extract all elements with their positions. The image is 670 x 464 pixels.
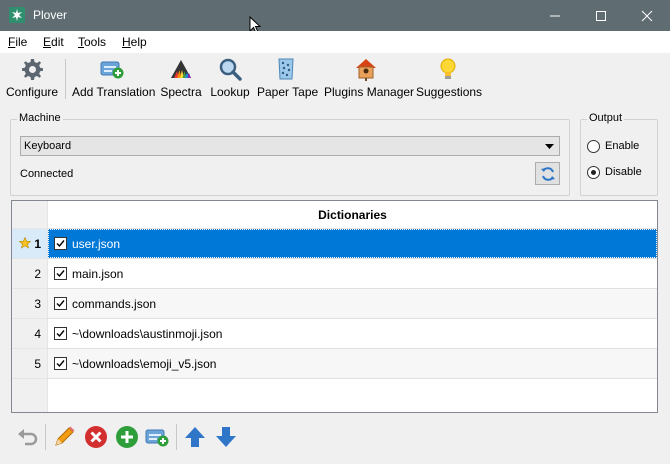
dictionary-enabled-checkbox[interactable] (54, 357, 67, 370)
menu-tools[interactable]: Tools (78, 35, 106, 49)
move-up-icon (185, 427, 205, 447)
checkmark-icon (56, 360, 65, 368)
close-button[interactable] (624, 0, 670, 31)
menu-file[interactable]: File (8, 35, 27, 49)
window-title: Plover (33, 8, 68, 22)
spectra-icon (171, 60, 191, 78)
output-group-title: Output (587, 112, 625, 124)
table-row[interactable]: ~\downloads\austinmoji.json (48, 319, 657, 349)
magnifier-icon (219, 58, 242, 81)
table-row[interactable]: user.json (48, 229, 657, 259)
lightbulb-icon (440, 58, 456, 79)
dictionary-enabled-checkbox[interactable] (54, 297, 67, 310)
menu-help[interactable]: Help (122, 35, 147, 49)
row-header[interactable]: 2 (12, 259, 48, 289)
machine-group: Machine Keyboard Connected (10, 112, 570, 196)
move-down-button[interactable] (214, 425, 238, 449)
dictionary-path: user.json (72, 237, 121, 251)
row-header[interactable]: 3 (12, 289, 48, 319)
output-disable-radio[interactable]: Disable (587, 165, 653, 181)
move-up-button[interactable] (183, 425, 207, 449)
move-down-icon (216, 427, 236, 447)
chevron-down-icon (545, 144, 554, 149)
dictionary-path: commands.json (72, 297, 157, 311)
dictionary-path: main.json (72, 267, 124, 281)
dictionaries-table: Dictionaries 1 user.json 2 main.json 3 c… (11, 200, 658, 413)
undo-icon (18, 429, 38, 446)
output-group: Output Enable Disable (580, 112, 658, 196)
dictionary-enabled-checkbox[interactable] (54, 237, 67, 250)
close-icon (641, 10, 653, 22)
checkmark-icon (56, 330, 65, 338)
machine-select[interactable]: Keyboard (20, 136, 560, 156)
reconnect-button[interactable] (535, 162, 560, 185)
undo-button[interactable] (16, 425, 40, 449)
menu-edit[interactable]: Edit (43, 35, 64, 49)
dictionary-path: ~\downloads\emoji_v5.json (72, 357, 217, 371)
toolbar-separator (176, 424, 177, 450)
add-translation-icon (145, 429, 169, 447)
plugins-manager-button[interactable]: Plugins Manager (324, 57, 414, 101)
radio-button[interactable] (587, 140, 600, 153)
dictionaries-column-header[interactable]: Dictionaries (48, 201, 657, 229)
row-header[interactable]: 4 (12, 319, 48, 349)
remove-dictionary-button[interactable] (84, 425, 108, 449)
dictionary-enabled-checkbox[interactable] (54, 327, 67, 340)
dictionary-path: ~\downloads\austinmoji.json (72, 327, 223, 341)
row-header[interactable]: 5 (12, 349, 48, 379)
machine-group-title: Machine (17, 112, 63, 124)
radio-button-checked[interactable] (587, 166, 600, 179)
star-icon (19, 237, 31, 249)
table-row[interactable]: commands.json (48, 289, 657, 319)
table-row[interactable]: main.json (48, 259, 657, 289)
dictionary-toolbar (0, 418, 670, 464)
dictionary-enabled-checkbox[interactable] (54, 267, 67, 280)
menu-bar: File Edit Tools Help (0, 31, 670, 53)
machine-select-value: Keyboard (24, 140, 72, 152)
paper-tape-button[interactable]: Paper Tape (257, 57, 318, 101)
minimize-button[interactable] (532, 0, 578, 31)
gear-icon (22, 59, 43, 80)
remove-icon (85, 426, 107, 448)
paper-tape-icon (278, 58, 294, 80)
title-bar: Plover (0, 0, 670, 34)
add-translation-to-dictionary-button[interactable] (145, 425, 169, 449)
add-dictionary-button[interactable] (115, 425, 139, 449)
row-header-gutter (12, 379, 48, 412)
output-enable-radio[interactable]: Enable (587, 139, 653, 155)
toolbar: Configure Add Translation Spectra Lookup… (0, 53, 670, 103)
minimize-icon (550, 15, 560, 17)
spectra-button[interactable]: Spectra (160, 57, 202, 101)
maximize-button[interactable] (578, 0, 624, 31)
add-translation-icon (100, 61, 124, 79)
refresh-icon (541, 167, 555, 181)
lookup-button[interactable]: Lookup (210, 57, 250, 101)
configure-button[interactable]: Configure (6, 57, 58, 101)
machine-status: Connected (20, 168, 74, 180)
toolbar-separator (65, 59, 66, 99)
add-icon (116, 426, 138, 448)
toolbar-separator (45, 424, 46, 450)
suggestions-button[interactable]: Suggestions (416, 57, 482, 101)
row-header[interactable]: 1 (12, 229, 48, 259)
edit-pencil-icon (55, 426, 75, 446)
table-row[interactable]: ~\downloads\emoji_v5.json (48, 349, 657, 379)
add-translation-button[interactable]: Add Translation (72, 57, 155, 101)
table-empty-area (12, 379, 657, 412)
birdhouse-icon (356, 59, 376, 81)
plover-app-icon (9, 7, 25, 23)
checkmark-icon (56, 300, 65, 308)
checkmark-icon (56, 270, 65, 278)
checkmark-icon (56, 240, 65, 248)
table-corner (12, 201, 48, 229)
maximize-icon (596, 11, 606, 21)
edit-dictionary-button[interactable] (52, 425, 76, 449)
